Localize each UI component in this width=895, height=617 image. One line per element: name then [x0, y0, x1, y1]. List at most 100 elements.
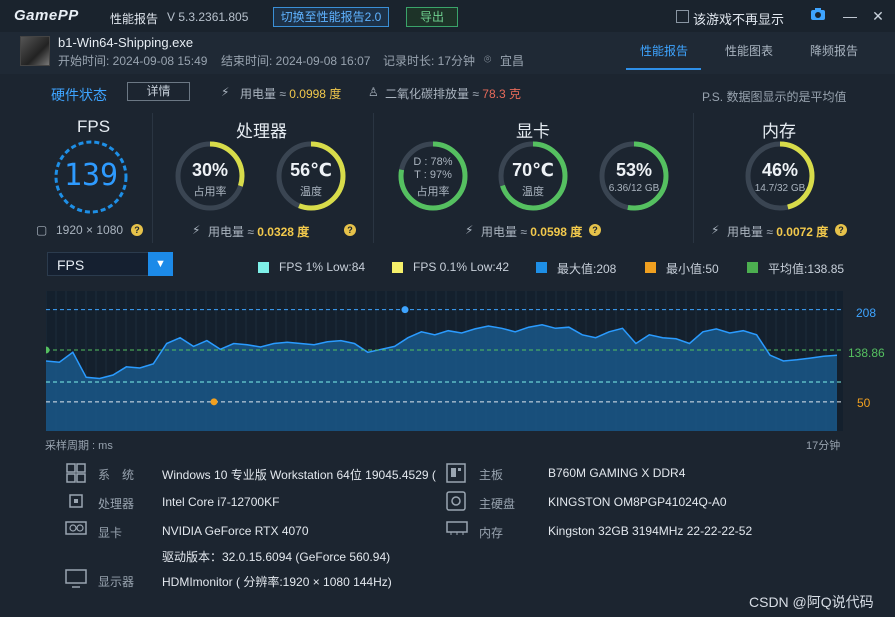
monitor-small-icon: ▢	[36, 223, 48, 237]
watermark: CSDN @阿Q说代码	[749, 594, 874, 610]
detail-button[interactable]: 详情	[127, 82, 190, 101]
switch-report-button[interactable]: 切换至性能报告2.0	[273, 7, 389, 27]
cpu-usage-value: 30%	[191, 160, 229, 180]
total-power: 用电量 ≈ 0.0998 度	[240, 87, 342, 101]
motherboard-key: 主板	[479, 468, 504, 482]
minimize-icon[interactable]: —	[840, 6, 860, 26]
memory-value: Kingston 32GB 3194MHz 22-22-22-52	[548, 524, 753, 538]
brand-logo: GamePP	[14, 7, 79, 24]
memory-usage-sub: 14.7/32 GB	[754, 183, 806, 194]
gpu-temp-value: 70℃	[512, 160, 554, 180]
fps-chart	[46, 291, 843, 431]
fps-value: 139	[63, 158, 119, 193]
cpu-value: Intel Core i7-12700KF	[162, 495, 280, 509]
windows-icon	[66, 463, 86, 483]
tab-performance-chart[interactable]: 性能图表	[725, 42, 773, 59]
legend-min: 最小值:50	[666, 262, 719, 276]
legend-swatch-low1	[258, 262, 269, 273]
monitor-key: 显示器	[98, 575, 135, 589]
system-key: 系 统	[98, 468, 135, 482]
gpu-d-usage: D : 78%	[413, 156, 453, 168]
chevron-down-icon[interactable]: ▼	[148, 252, 173, 276]
power-icon: ⚡	[192, 223, 201, 237]
location: 宜昌	[500, 54, 525, 68]
legend-swatch-min	[645, 262, 656, 273]
no-show-label: 该游戏不再显示	[693, 12, 785, 27]
exe-name: b1-Win64-Shipping.exe	[58, 35, 194, 50]
min-marker	[210, 398, 218, 406]
divider	[693, 113, 694, 243]
system-value: Windows 10 专业版 Workstation 64位 19045.452…	[162, 468, 436, 482]
memory-stick-icon	[446, 521, 468, 535]
gpu-usage-label: 占用率	[416, 186, 450, 198]
disk-value: KINGSTON OM8PGP41024Q-A0	[548, 495, 727, 509]
max-marker	[401, 306, 409, 314]
gpu-t-usage: T : 97%	[414, 169, 452, 181]
gpu-vram-sub: 6.36/12 GB	[608, 183, 660, 194]
tab-throttle-report[interactable]: 降频报告	[810, 42, 858, 59]
average-note: P.S. 数据图显示的是平均值	[702, 90, 847, 104]
co2-emission: 二氧化碳排放量 ≈ 78.3 克	[385, 87, 521, 101]
tick-max: 208	[856, 306, 877, 320]
active-tab-indicator	[626, 68, 701, 70]
legend-max: 最大值:208	[557, 262, 617, 276]
close-icon[interactable]: ✕	[868, 6, 888, 26]
cpu-key: 处理器	[98, 497, 135, 511]
gpu-vram-value: 53%	[615, 160, 653, 180]
tick-avg: 138.86	[848, 346, 885, 360]
duration-axis-label: 17分钟	[806, 440, 841, 452]
gpu-power: 用电量 ≈ 0.0598 度	[481, 225, 583, 239]
memory-title: 内存	[762, 122, 796, 141]
cpu-usage-label: 占用率	[193, 186, 227, 198]
divider	[373, 113, 374, 243]
gpu-card-icon	[65, 521, 87, 535]
monitor-value: HDMImonitor ( 分辨率:1920 × 1080 144Hz)	[162, 575, 392, 589]
gpu-title: 显卡	[516, 122, 550, 141]
fps-resolution: 1920 × 1080	[56, 223, 124, 237]
co2-icon: ♙	[368, 85, 379, 99]
cpu-chip-icon	[69, 494, 83, 508]
power-icon: ⚡	[465, 223, 474, 237]
cpu-power: 用电量 ≈ 0.0328 度	[208, 225, 310, 239]
legend-swatch-avg	[747, 262, 758, 273]
game-thumbnail	[20, 36, 50, 66]
motherboard-value: B760M GAMING X DDR4	[548, 466, 686, 480]
duration: 记录时长: 17分钟	[383, 54, 476, 68]
help-icon[interactable]: ?	[835, 224, 847, 236]
gpu-temp-label: 温度	[522, 186, 544, 198]
cpu-temp-value: 56℃	[290, 160, 332, 180]
no-show-checkbox[interactable]	[676, 10, 689, 23]
gpu-value: NVIDIA GeForce RTX 4070	[162, 524, 309, 538]
power-icon: ⚡	[711, 223, 720, 237]
memory-key: 内存	[479, 526, 504, 540]
legend-swatch-low01	[392, 262, 403, 273]
memory-power: 用电量 ≈ 0.0072 度	[727, 225, 829, 239]
start-time: 开始时间: 2024-09-08 15:49	[58, 54, 208, 68]
divider	[152, 113, 153, 243]
tick-min: 50	[857, 396, 871, 410]
disk-icon	[446, 491, 466, 511]
motherboard-icon	[446, 463, 466, 483]
end-time: 结束时间: 2024-09-08 16:07	[221, 54, 371, 68]
export-button[interactable]: 导出	[406, 7, 458, 27]
monitor-icon	[65, 569, 87, 588]
version-label: V 5.3.2361.805	[167, 10, 249, 24]
help-icon[interactable]: ?	[131, 224, 143, 236]
legend-avg: 平均值:138.85	[768, 262, 845, 276]
tab-performance-report[interactable]: 性能报告	[640, 42, 688, 59]
legend-low1: FPS 1% Low:84	[279, 260, 366, 274]
help-icon[interactable]: ?	[344, 224, 356, 236]
gpu-key: 显卡	[98, 526, 123, 540]
memory-usage-value: 46%	[761, 160, 799, 180]
legend-low01: FPS 0.1% Low:42	[413, 260, 510, 274]
location-pin-icon: ⌾	[484, 52, 492, 66]
disk-key: 主硬盘	[479, 497, 516, 511]
cpu-title: 处理器	[236, 122, 287, 141]
legend-swatch-max	[536, 262, 547, 273]
fps-title: FPS	[77, 117, 111, 136]
help-icon[interactable]: ?	[589, 224, 601, 236]
hardware-status-title: 硬件状态	[51, 87, 107, 103]
sample-period-label: 采样周期 : ms	[45, 440, 113, 452]
camera-icon[interactable]	[808, 6, 828, 26]
app-name: 性能报告	[110, 12, 159, 26]
